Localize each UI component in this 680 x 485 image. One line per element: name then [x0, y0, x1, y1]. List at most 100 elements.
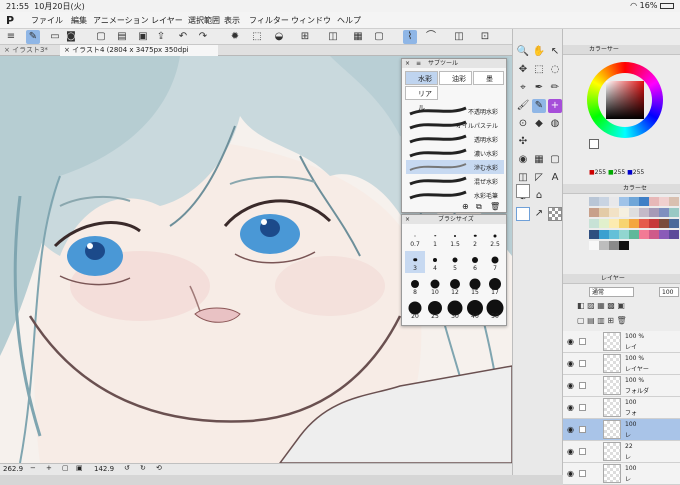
brush-oil-pastel[interactable]: オイルパステル: [406, 118, 504, 132]
brush-size-cell[interactable]: 0.7: [405, 227, 425, 249]
hand-tool-icon[interactable]: ✋: [532, 45, 546, 59]
tab-illustration-4[interactable]: × イラスト4 (2804 x 3475px 350dpi 262.9%): [60, 45, 218, 65]
color-swatch[interactable]: [669, 230, 679, 239]
brush-size-cell[interactable]: 50: [485, 299, 505, 321]
sub-color-swatch[interactable]: [516, 207, 530, 221]
brush-size-cell[interactable]: 4: [425, 251, 445, 273]
brush-size-cell[interactable]: 12: [445, 275, 465, 297]
menu-icon[interactable]: ≡: [416, 59, 421, 68]
color-set-header[interactable]: カラーセ: [563, 184, 680, 194]
menu-view[interactable]: 表示: [224, 15, 240, 26]
brush-size-cell[interactable]: 8: [405, 275, 425, 297]
export-icon[interactable]: ⇪: [154, 30, 168, 44]
text-tool-icon[interactable]: A: [548, 171, 562, 185]
color-swatch[interactable]: [639, 219, 649, 228]
color-swatch[interactable]: [639, 197, 649, 206]
figure-tool-icon[interactable]: ▢: [548, 153, 562, 167]
hamburger-icon[interactable]: ≡: [4, 30, 18, 44]
brush-size-cell[interactable]: 10: [425, 275, 445, 297]
eraser-tool-icon[interactable]: ◆: [532, 117, 546, 131]
layer-panel-header[interactable]: レイヤー: [563, 274, 680, 284]
color-swatch[interactable]: [669, 208, 679, 217]
color-swatch[interactable]: [629, 208, 639, 217]
menu-edit[interactable]: 編集: [71, 15, 87, 26]
color-swatch[interactable]: [629, 197, 639, 206]
layer-checkbox[interactable]: [579, 360, 586, 367]
delete-subtool-icon[interactable]: 🗑: [490, 202, 500, 211]
color-swatch[interactable]: [619, 219, 629, 228]
color-swatch[interactable]: [649, 219, 659, 228]
color-swatch[interactable]: [669, 197, 679, 206]
brush-size-cell[interactable]: 5: [445, 251, 465, 273]
subtool-tab-watercolor[interactable]: 水彩: [405, 71, 438, 85]
duplicate-subtool-icon[interactable]: ⧉: [476, 202, 482, 212]
brush-size-cell[interactable]: 1: [425, 227, 445, 249]
layer-checkbox[interactable]: [579, 338, 586, 345]
subtool-panel-header[interactable]: × ≡ サブツール: [402, 59, 506, 68]
deselect-icon[interactable]: ◫: [326, 30, 340, 44]
layer-row[interactable]: ◉ 100 % レイ: [563, 331, 680, 353]
brush-tool-icon[interactable]: 🖌: [516, 99, 530, 113]
color-swatch[interactable]: [619, 241, 629, 250]
rotate-left-icon[interactable]: ↺: [124, 464, 130, 472]
menu-help[interactable]: ヘルプ: [337, 15, 361, 26]
zoom-in-icon[interactable]: +: [46, 464, 52, 472]
modifier-key-icon[interactable]: ✎: [26, 30, 40, 44]
rotate-right-icon[interactable]: ↻: [140, 464, 146, 472]
brush-size-header[interactable]: × ブラシサイズ: [402, 215, 506, 224]
brush-size-cell[interactable]: 7: [485, 251, 505, 273]
clear-icon[interactable]: ⬚: [250, 30, 264, 44]
blend-tool-icon[interactable]: ◍: [548, 117, 562, 131]
app-logo-icon[interactable]: P: [6, 14, 18, 27]
brush-shape-icon[interactable]: ◫: [452, 30, 466, 44]
loading-icon[interactable]: ✹: [228, 30, 242, 44]
color-swatch[interactable]: [629, 230, 639, 239]
subtool-tab-real[interactable]: リアル: [405, 86, 438, 112]
transform-icon[interactable]: ⊞: [298, 30, 312, 44]
actual-size-icon[interactable]: ▣: [76, 464, 83, 472]
brush-size-cell[interactable]: 30: [445, 299, 465, 321]
open-icon[interactable]: ▤: [115, 30, 129, 44]
color-swatch[interactable]: [589, 241, 599, 250]
reset-rotation-icon[interactable]: ⟲: [156, 464, 162, 472]
layer-action-icons[interactable]: ▢ ▤ ▥ ⊞ 🗑: [577, 316, 627, 325]
ruler-icon[interactable]: ⊡: [478, 30, 492, 44]
show-selection-icon[interactable]: ▢: [372, 30, 386, 44]
color-swatch[interactable]: [599, 241, 609, 250]
decoration-tool-icon[interactable]: ✣: [516, 135, 530, 149]
close-icon[interactable]: ×: [405, 215, 410, 224]
color-swatch[interactable]: [609, 197, 619, 206]
undo-icon[interactable]: ↶: [176, 30, 190, 44]
color-swatch[interactable]: [659, 208, 669, 217]
tab-illustration-3[interactable]: × イラスト3*: [0, 45, 60, 56]
watercolor-tool-icon[interactable]: ✎: [532, 99, 546, 113]
color-panel-header[interactable]: カラーサー: [563, 45, 680, 55]
fill-tool-icon[interactable]: ◉: [516, 153, 530, 167]
brush-size-cell[interactable]: 6: [465, 251, 485, 273]
brush-size-cell[interactable]: 15: [465, 275, 485, 297]
menu-filter[interactable]: フィルター: [249, 15, 289, 26]
save-icon[interactable]: ▣: [136, 30, 150, 44]
operation-tool-icon[interactable]: ↖: [548, 45, 562, 59]
fill-icon[interactable]: ◒: [272, 30, 286, 44]
add-tool-icon[interactable]: +: [548, 99, 562, 113]
eye-icon[interactable]: ◉: [567, 425, 574, 434]
brush-size-cell[interactable]: 40: [465, 299, 485, 321]
close-icon[interactable]: ×: [405, 59, 410, 68]
brush-opaque-watercolor[interactable]: 不透明水彩: [406, 104, 504, 118]
main-color-swatch[interactable]: [516, 184, 530, 198]
color-swatch[interactable]: [589, 208, 599, 217]
color-wheel[interactable]: [587, 62, 663, 138]
blend-mode-select[interactable]: 通常: [589, 287, 634, 297]
color-swatch[interactable]: [639, 230, 649, 239]
correction-tool-icon[interactable]: ⌂: [532, 189, 546, 203]
gradient-tool-icon[interactable]: ▦: [532, 153, 546, 167]
color-swatch[interactable]: [589, 230, 599, 239]
color-swatch[interactable]: [599, 230, 609, 239]
brush-size-cell[interactable]: 20: [405, 299, 425, 321]
pencil-tool-icon[interactable]: ✏: [548, 81, 562, 95]
color-swatch[interactable]: [659, 230, 669, 239]
layer-row[interactable]: ◉ 100 レ: [563, 463, 680, 485]
color-swatch[interactable]: [599, 208, 609, 217]
color-swatch[interactable]: [609, 219, 619, 228]
